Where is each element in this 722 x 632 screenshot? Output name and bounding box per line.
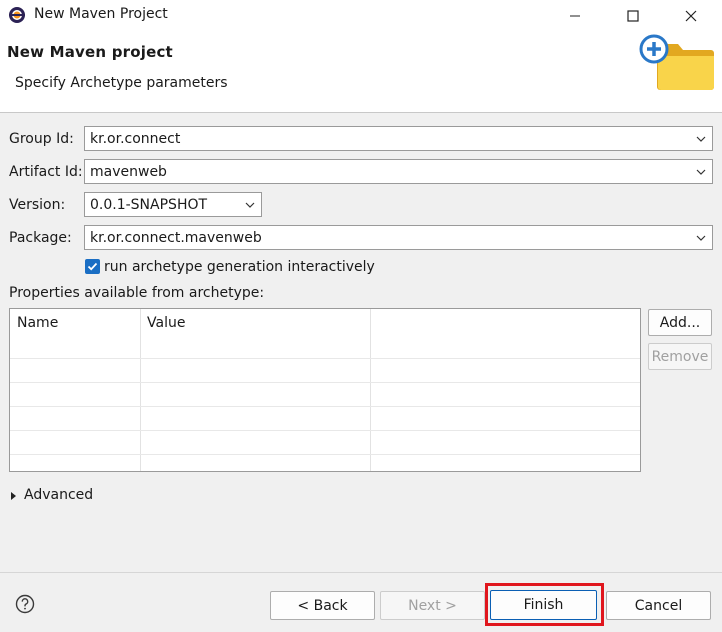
next-button[interactable]: Next > xyxy=(380,591,485,620)
column-divider xyxy=(140,309,141,471)
column-header-value[interactable]: Value xyxy=(147,315,185,331)
remove-button-label: Remove xyxy=(651,348,709,365)
artifact-id-label: Artifact Id: xyxy=(9,164,83,180)
page-title: New Maven project xyxy=(7,43,173,61)
page-subtitle: Specify Archetype parameters xyxy=(15,75,228,91)
package-combo[interactable]: kr.or.connect.mavenweb xyxy=(84,225,713,250)
chevron-down-icon[interactable] xyxy=(695,232,707,244)
advanced-toggle[interactable]: Advanced xyxy=(24,487,93,503)
cancel-button-label: Cancel xyxy=(634,597,683,614)
package-value: kr.or.connect.mavenweb xyxy=(90,229,262,246)
window-title: New Maven Project xyxy=(34,6,168,22)
chevron-down-icon[interactable] xyxy=(695,166,707,178)
column-header-name[interactable]: Name xyxy=(17,315,58,331)
group-id-combo[interactable]: kr.or.connect xyxy=(84,126,713,151)
expand-arrow-icon[interactable] xyxy=(10,491,18,501)
help-icon[interactable] xyxy=(15,594,35,614)
table-row-line xyxy=(10,382,640,383)
close-icon xyxy=(685,10,697,21)
add-button-label: Add... xyxy=(659,314,701,331)
remove-button[interactable]: Remove xyxy=(648,343,712,370)
package-label: Package: xyxy=(9,230,72,246)
version-label: Version: xyxy=(9,197,66,213)
artifact-id-combo[interactable]: mavenweb xyxy=(84,159,713,184)
next-button-label: Next > xyxy=(408,597,457,614)
cancel-button[interactable]: Cancel xyxy=(606,591,711,620)
minimize-icon xyxy=(570,15,580,16)
version-value: 0.0.1-SNAPSHOT xyxy=(90,196,208,213)
new-folder-icon xyxy=(639,34,714,90)
footer-separator xyxy=(0,572,722,573)
chevron-down-icon[interactable] xyxy=(695,133,707,145)
back-button[interactable]: < Back xyxy=(270,591,375,620)
maximize-icon xyxy=(627,9,639,22)
properties-label: Properties available from archetype: xyxy=(9,285,265,301)
interactive-label[interactable]: run archetype generation interactively xyxy=(104,259,375,275)
table-row-line xyxy=(10,454,640,455)
properties-table[interactable]: Name Value xyxy=(9,308,641,472)
close-button[interactable] xyxy=(662,0,720,31)
interactive-checkbox[interactable] xyxy=(85,259,100,274)
table-row-line xyxy=(10,406,640,407)
add-button[interactable]: Add... xyxy=(648,309,712,336)
eclipse-icon xyxy=(9,7,25,23)
chevron-down-icon[interactable] xyxy=(244,199,256,211)
group-id-value: kr.or.connect xyxy=(90,130,181,147)
group-id-label: Group Id: xyxy=(9,131,74,147)
back-button-label: < Back xyxy=(297,597,348,614)
table-row-line xyxy=(10,358,640,359)
finish-button-label: Finish xyxy=(523,597,564,613)
checkmark-icon xyxy=(87,262,98,271)
column-divider xyxy=(370,309,371,471)
minimize-button[interactable] xyxy=(546,0,604,31)
finish-button[interactable]: Finish xyxy=(490,590,597,620)
table-row-line xyxy=(10,430,640,431)
artifact-id-value: mavenweb xyxy=(90,163,167,180)
version-combo[interactable]: 0.0.1-SNAPSHOT xyxy=(84,192,262,217)
maximize-button[interactable] xyxy=(604,0,662,31)
